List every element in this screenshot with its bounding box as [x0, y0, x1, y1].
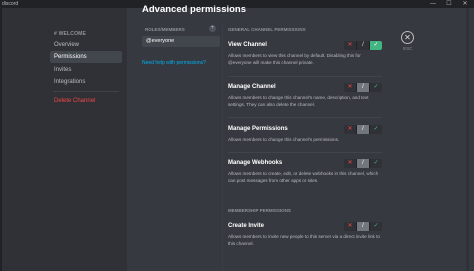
- neutral-icon[interactable]: /: [357, 41, 370, 50]
- permission-description: Allows members to change this channel's …: [228, 95, 369, 107]
- deny-icon[interactable]: ✕: [344, 83, 357, 92]
- neutral-icon[interactable]: /: [357, 222, 370, 231]
- close-settings-button[interactable]: ✕: [401, 31, 414, 44]
- permission-name: Manage Channel: [228, 84, 276, 90]
- sidebar-channel-header: # WELCOME: [54, 31, 87, 37]
- chevron-down-icon[interactable]: ⌄: [225, 5, 230, 12]
- membership-permissions-header: MEMBERSHIP PERMISSIONS: [228, 208, 291, 213]
- deny-icon[interactable]: ✕: [344, 125, 357, 134]
- app-title: discord: [2, 1, 19, 7]
- permission-name: Create Invite: [228, 223, 265, 229]
- deny-icon[interactable]: ✕: [344, 222, 357, 231]
- neutral-icon[interactable]: /: [357, 83, 370, 92]
- sidebar-item-integrations[interactable]: Integrations: [50, 76, 122, 88]
- window-close-icon[interactable]: ✕: [458, 0, 472, 8]
- permission-toggle-create-invite: ✕ / ✓: [344, 222, 382, 231]
- roles-members-header: ROLES/MEMBERS: [145, 27, 185, 32]
- permission-description: Allows members to view this channel by d…: [228, 53, 361, 65]
- permission-row-divider: [228, 117, 382, 118]
- permission-description: Allows members to invite new people to t…: [228, 234, 380, 246]
- deny-icon[interactable]: ✕: [344, 159, 357, 168]
- scrollbar[interactable]: [466, 8, 469, 271]
- allow-icon[interactable]: ✓: [370, 125, 382, 134]
- deny-icon[interactable]: ✕: [344, 41, 357, 50]
- allow-icon[interactable]: ✓: [370, 159, 382, 168]
- allow-icon[interactable]: ✓: [370, 41, 382, 50]
- sidebar-divider: [53, 91, 119, 92]
- neutral-icon[interactable]: /: [357, 125, 370, 134]
- permissions-help-link[interactable]: Need help with permissions?: [142, 60, 206, 66]
- maximize-icon[interactable]: ☐: [442, 0, 456, 8]
- permission-description: Allows members to change this channel's …: [228, 137, 340, 142]
- permission-toggle-manage-permissions: ✕ / ✓: [344, 125, 382, 134]
- permission-name: View Channel: [228, 42, 267, 48]
- sidebar-item-permissions[interactable]: Permissions: [50, 51, 122, 63]
- add-role-icon[interactable]: +: [209, 25, 216, 32]
- general-permissions-header: GENERAL CHANNEL PERMISSIONS: [228, 27, 306, 32]
- sidebar-item-overview[interactable]: Overview: [50, 39, 122, 51]
- esc-label: ESC: [403, 46, 413, 51]
- sidebar-item-invites[interactable]: Invites: [50, 64, 122, 76]
- permission-name: Manage Permissions: [228, 126, 288, 132]
- permission-toggle-manage-channel: ✕ / ✓: [344, 83, 382, 92]
- permission-row-divider: [228, 76, 382, 77]
- permission-description: Allows members to create, edit, or delet…: [228, 171, 379, 183]
- allow-icon[interactable]: ✓: [370, 83, 382, 92]
- minimize-icon[interactable]: —: [426, 0, 440, 8]
- permission-row-divider: [228, 152, 382, 153]
- permission-toggle-view-channel: ✕ / ✓: [344, 41, 382, 50]
- column-divider: [222, 24, 223, 271]
- neutral-icon[interactable]: /: [357, 159, 370, 168]
- sidebar-item-delete-channel[interactable]: Delete Channel: [50, 95, 122, 107]
- permission-name: Manage Webhooks: [228, 160, 283, 166]
- permission-toggle-manage-webhooks: ✕ / ✓: [344, 159, 382, 168]
- page-title: Advanced permissions: [142, 4, 247, 15]
- role-item-everyone[interactable]: @everyone: [142, 36, 220, 47]
- allow-icon[interactable]: ✓: [370, 222, 382, 231]
